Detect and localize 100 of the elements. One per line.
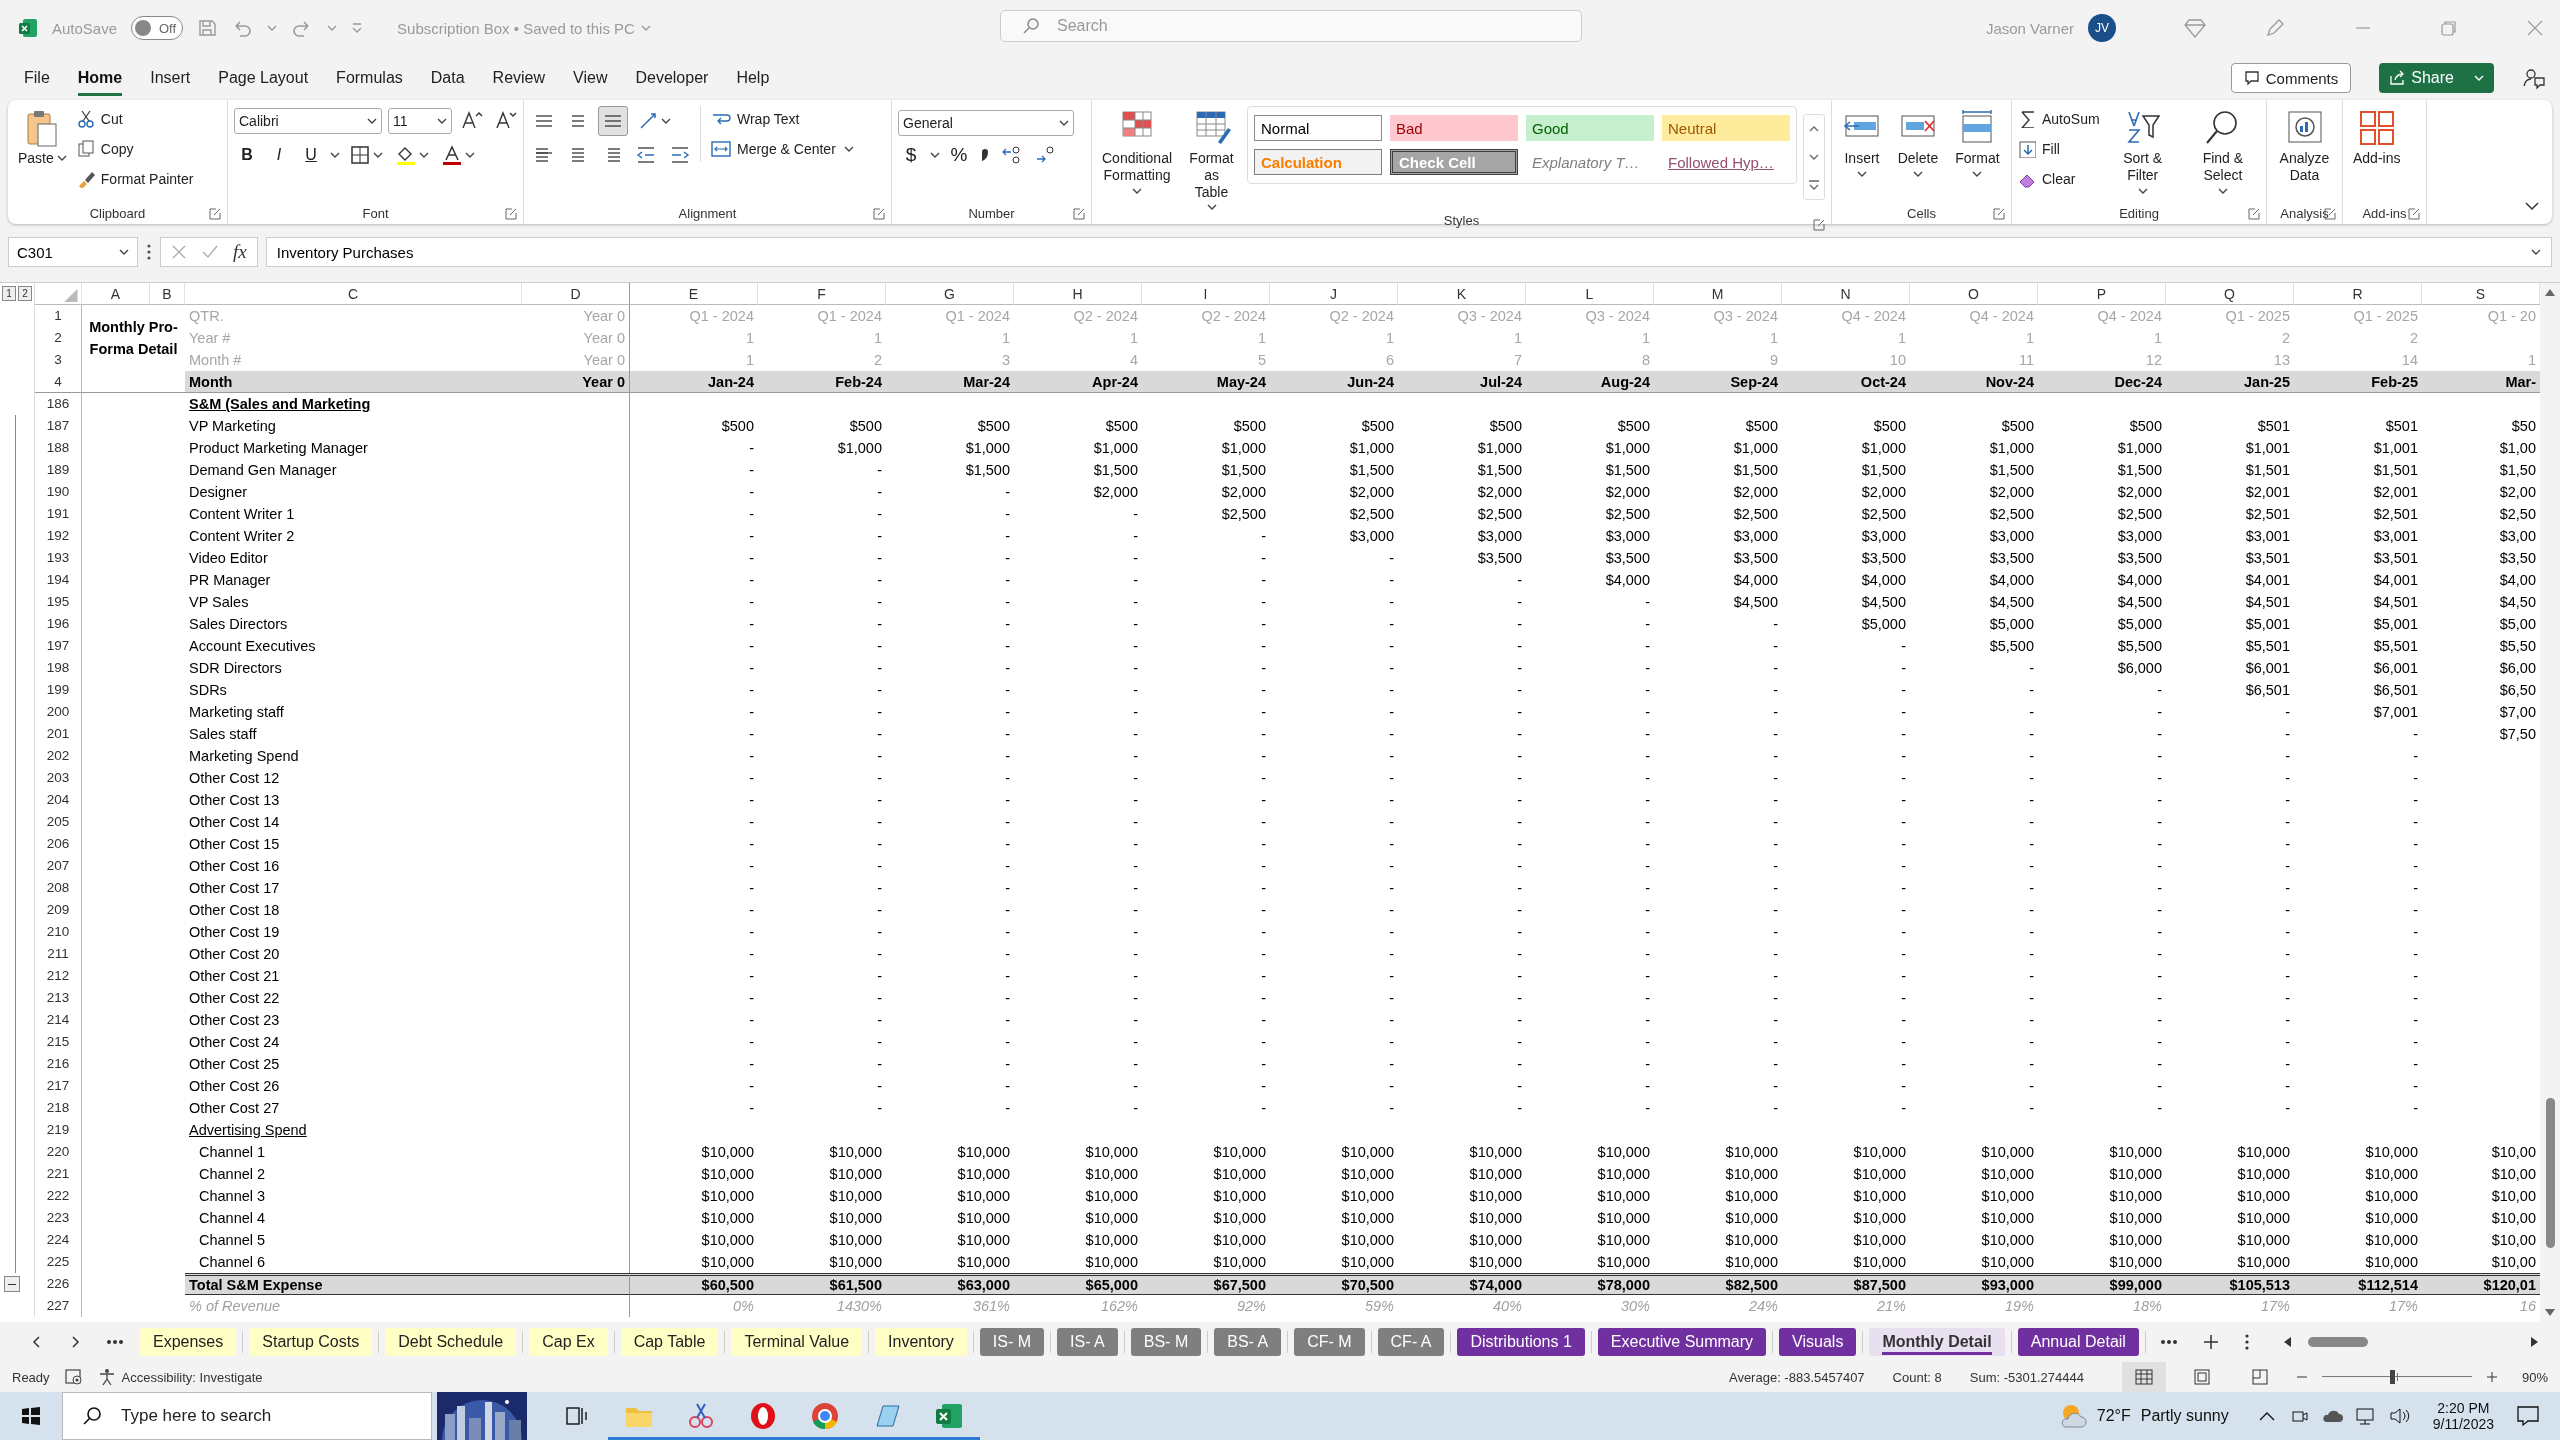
bold-button[interactable]: B (234, 142, 260, 168)
scroll-up-icon[interactable] (2544, 287, 2556, 297)
autosave-toggle[interactable]: Off (131, 16, 184, 40)
cell-style[interactable]: Good (1526, 115, 1654, 141)
close-icon[interactable] (2526, 19, 2544, 37)
column-header[interactable]: E (630, 283, 758, 305)
column-header[interactable]: L (1526, 283, 1654, 305)
horizontal-scrollbar-thumb[interactable] (2307, 1337, 2368, 1347)
column-header[interactable]: O (1910, 283, 2038, 305)
format-as-table-button[interactable]: Format as Table (1182, 106, 1241, 214)
column-header[interactable]: B (150, 283, 185, 305)
macro-record-icon[interactable] (63, 1368, 84, 1386)
formula-field[interactable]: Inventory Purchases (265, 237, 2552, 267)
format-painter-button[interactable]: Format Painter (76, 166, 194, 192)
analyze-data-button[interactable]: Analyze Data (2273, 106, 2336, 186)
column-header[interactable]: N (1782, 283, 1910, 305)
sheet-tab[interactable]: Cap Ex (529, 1328, 608, 1356)
diamond-icon[interactable] (2184, 18, 2206, 38)
paste-button[interactable]: Paste (14, 106, 71, 169)
sheet-tab[interactable]: IS- M (979, 1328, 1045, 1356)
more-sheets-icon[interactable] (106, 1339, 124, 1345)
add-ins-button[interactable]: Add-ins (2349, 106, 2405, 169)
collapse-ribbon-icon[interactable] (2524, 200, 2540, 212)
cell-style[interactable]: Neutral (1662, 115, 1790, 141)
sort-filter-button[interactable]: Sort & Filter (2105, 106, 2180, 197)
weather-condition[interactable]: Partly sunny (2140, 1407, 2229, 1425)
column-header[interactable]: R (2294, 283, 2422, 305)
sheet-tab[interactable]: IS- A (1057, 1328, 1118, 1356)
column-header[interactable]: K (1398, 283, 1526, 305)
column-header[interactable]: J (1270, 283, 1398, 305)
more-sheets-icon[interactable] (2159, 1339, 2178, 1345)
format-button[interactable]: Format (1949, 106, 2005, 180)
show-hidden-icons[interactable] (2258, 1411, 2275, 1421)
column-header[interactable]: C (185, 283, 522, 305)
coauthor-icon[interactable] (2522, 66, 2546, 90)
scrollbar-thumb[interactable] (2545, 1098, 2555, 1248)
sheet-tab[interactable]: Cap Table (620, 1328, 719, 1356)
column-header[interactable]: D (522, 283, 630, 305)
notifications-icon[interactable] (2516, 1405, 2540, 1427)
column-header[interactable]: P (2038, 283, 2166, 305)
name-box[interactable]: C301 (8, 237, 138, 267)
menu-tab[interactable]: Home (77, 60, 123, 96)
sheet-tab[interactable]: BS- M (1130, 1328, 1202, 1356)
merge-center-button[interactable]: Merge & Center (711, 136, 836, 162)
wrap-text-button[interactable]: Wrap Text (711, 106, 854, 132)
column-header[interactable]: H (1014, 283, 1142, 305)
outline-level-button[interactable]: 1 (2, 286, 16, 301)
scroll-down-icon[interactable] (2544, 1308, 2556, 1318)
zoom-slider-thumb[interactable] (2390, 1370, 2396, 1384)
launcher-icon[interactable] (1073, 208, 1085, 220)
sheet-tab[interactable]: Distributions 1 (1457, 1328, 1585, 1356)
menu-tab[interactable]: Review (492, 60, 546, 96)
conditional-formatting-button[interactable]: Conditional Formatting (1098, 106, 1177, 197)
comments-button[interactable]: Comments (2230, 63, 2352, 93)
column-header[interactable]: F (758, 283, 886, 305)
customize-icon[interactable] (351, 22, 364, 34)
menu-tab[interactable]: Page Layout (218, 60, 309, 96)
clear-button[interactable]: Clear (2018, 166, 2100, 192)
launcher-icon[interactable] (1993, 208, 2005, 220)
cell-style[interactable]: Normal (1254, 115, 1382, 141)
collapse-group-button[interactable] (4, 1276, 20, 1292)
column-header[interactable]: I (1142, 283, 1270, 305)
start-icon[interactable] (21, 1406, 41, 1426)
sheet-tab[interactable]: Executive Summary (1597, 1328, 1767, 1356)
sheet-tab[interactable]: Annual Detail (2017, 1328, 2139, 1356)
cloud-icon[interactable] (2320, 1408, 2343, 1424)
cell-style[interactable]: Bad (1390, 115, 1518, 141)
task-view-icon[interactable] (566, 1406, 588, 1426)
scroll-right-icon[interactable] (2530, 1336, 2540, 1348)
column-header[interactable]: A (82, 283, 150, 305)
menu-tab[interactable]: Help (736, 60, 770, 96)
zoom-in-icon[interactable] (2485, 1371, 2498, 1383)
menu-tab[interactable]: File (24, 60, 50, 96)
zoom-slider[interactable] (2321, 1370, 2472, 1384)
pen-icon[interactable] (2264, 17, 2286, 39)
copy-button[interactable]: Copy (76, 136, 194, 162)
volume-icon[interactable] (2388, 1407, 2411, 1425)
sheet-tab[interactable]: Visuals (1779, 1328, 1857, 1356)
network-icon[interactable] (2354, 1407, 2377, 1425)
temperature[interactable]: 72°F (2096, 1407, 2131, 1425)
insert-button[interactable]: Insert (1838, 106, 1886, 180)
insert-function-button[interactable]: fx (233, 241, 247, 263)
normal-view-button[interactable] (2121, 1362, 2166, 1392)
more-icon[interactable] (146, 243, 152, 261)
launcher-icon[interactable] (209, 208, 221, 220)
launcher-icon[interactable] (505, 208, 517, 220)
outline-level-button[interactable]: 2 (18, 286, 32, 301)
menu-tab[interactable]: Insert (150, 60, 191, 96)
font-size-field[interactable]: 11 (388, 108, 452, 134)
percent-style-button[interactable]: % (946, 142, 972, 168)
column-header[interactable]: S (2422, 283, 2540, 305)
row-number[interactable]: 4 (35, 371, 82, 393)
sheet-tab[interactable]: BS- A (1214, 1328, 1282, 1356)
font-name-field[interactable]: Calibri (234, 108, 382, 134)
menu-tab[interactable]: Formulas (336, 60, 403, 96)
autosum-button[interactable]: AutoSum (2018, 106, 2100, 132)
sheet-tab[interactable]: Startup Costs (249, 1328, 373, 1356)
taskbar-search-field[interactable]: Type here to search (62, 1392, 432, 1440)
clock-time[interactable]: 2:20 PM (2437, 1400, 2490, 1416)
sheet-tab[interactable]: Debt Schedule (385, 1328, 517, 1356)
